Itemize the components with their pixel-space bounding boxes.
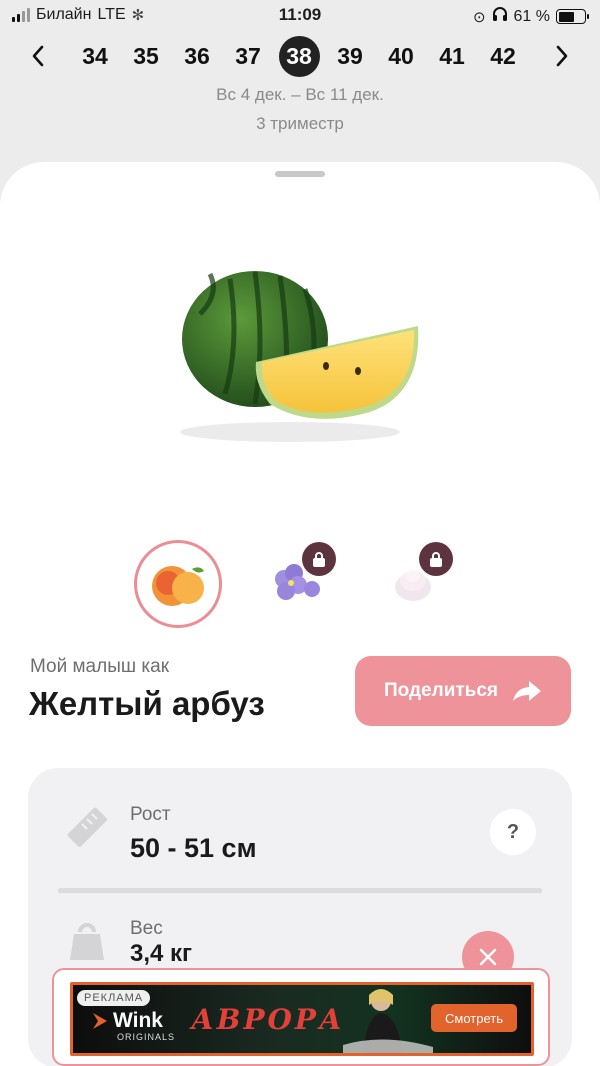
headphones-icon xyxy=(492,6,508,27)
baby-size-card: Мой малыш как Желтый арбуз Поделиться Ро… xyxy=(0,162,600,1066)
ruler-icon xyxy=(67,807,107,847)
rotation-lock-icon: ⊙ xyxy=(472,8,486,26)
drag-handle[interactable] xyxy=(275,171,325,177)
help-label: ? xyxy=(506,820,520,843)
weight-label: Вес xyxy=(130,918,163,939)
week-item[interactable]: 41 xyxy=(432,36,473,77)
height-label: Рост xyxy=(130,804,171,825)
trimester-label: 3 триместр xyxy=(256,114,344,133)
week-item[interactable]: 34 xyxy=(75,36,116,77)
ad-banner[interactable]: РЕКЛАМА Wink ORIGINALS АВРОРА Смотреть xyxy=(70,982,534,1056)
help-button[interactable]: ? xyxy=(490,809,536,855)
week-item[interactable]: 35 xyxy=(126,36,167,77)
next-week-button[interactable] xyxy=(546,40,578,72)
thumbnail-peach[interactable] xyxy=(134,540,222,628)
thumbnail-violet[interactable] xyxy=(252,540,340,628)
share-button[interactable]: Поделиться xyxy=(355,656,571,726)
week-item-active[interactable]: 38 xyxy=(278,35,320,77)
thumbnail-marshmallow[interactable] xyxy=(370,540,458,628)
yellow-watermelon-image xyxy=(180,271,419,442)
battery-percent: 61 % xyxy=(513,7,550,25)
ad-container: РЕКЛАМА Wink ORIGINALS АВРОРА Смотреть xyxy=(52,968,550,1066)
week-list: 34 35 36 37 38 39 40 41 42 xyxy=(75,35,524,77)
lock-icon xyxy=(430,552,442,567)
lock-icon xyxy=(313,552,325,567)
ad-brand: Wink xyxy=(113,1009,163,1032)
weight-icon xyxy=(70,923,104,960)
lock-badge xyxy=(302,542,336,576)
share-arrow-icon xyxy=(513,681,542,701)
stats-divider xyxy=(58,888,542,893)
ad-headline: АВРОРА xyxy=(191,1003,345,1036)
week-item[interactable]: 36 xyxy=(177,36,218,77)
baby-size-title: Желтый арбуз xyxy=(29,685,265,722)
baby-size-subtitle: Мой малыш как xyxy=(30,656,170,677)
peach-icon xyxy=(152,566,204,606)
close-icon xyxy=(479,948,497,966)
week-item[interactable]: 42 xyxy=(483,36,524,77)
battery-icon xyxy=(556,9,589,24)
lock-badge xyxy=(419,542,453,576)
ad-watch-button[interactable]: Смотреть xyxy=(431,1004,517,1032)
week-date-range: Вс 4 дек. – Вс 11 дек. xyxy=(216,85,384,104)
ad-figure-image xyxy=(343,989,433,1053)
status-bar: Билайн LTE ✻ 11:09 ⊙ 61 % xyxy=(0,0,600,34)
week-item[interactable]: 37 xyxy=(228,36,269,77)
week-item[interactable]: 39 xyxy=(330,36,371,77)
status-right: ⊙ 61 % xyxy=(472,6,589,27)
wink-logo-icon xyxy=(93,1013,107,1029)
prev-week-button[interactable] xyxy=(22,40,54,72)
ad-brand-logo: Wink xyxy=(91,1009,163,1033)
height-value: 50 - 51 см xyxy=(130,833,257,863)
fruit-thumbnail-list xyxy=(0,540,600,632)
week-navigator: 34 35 36 37 38 39 40 41 42 xyxy=(0,34,600,78)
ad-brand-sub: ORIGINALS xyxy=(117,1032,176,1042)
share-button-label: Поделиться xyxy=(383,680,499,701)
chevron-right-icon xyxy=(556,45,568,67)
weight-value: 3,4 кг xyxy=(130,940,193,967)
ad-tag: РЕКЛАМА xyxy=(77,990,151,1006)
chevron-left-icon xyxy=(32,45,44,67)
week-item[interactable]: 40 xyxy=(381,36,422,77)
